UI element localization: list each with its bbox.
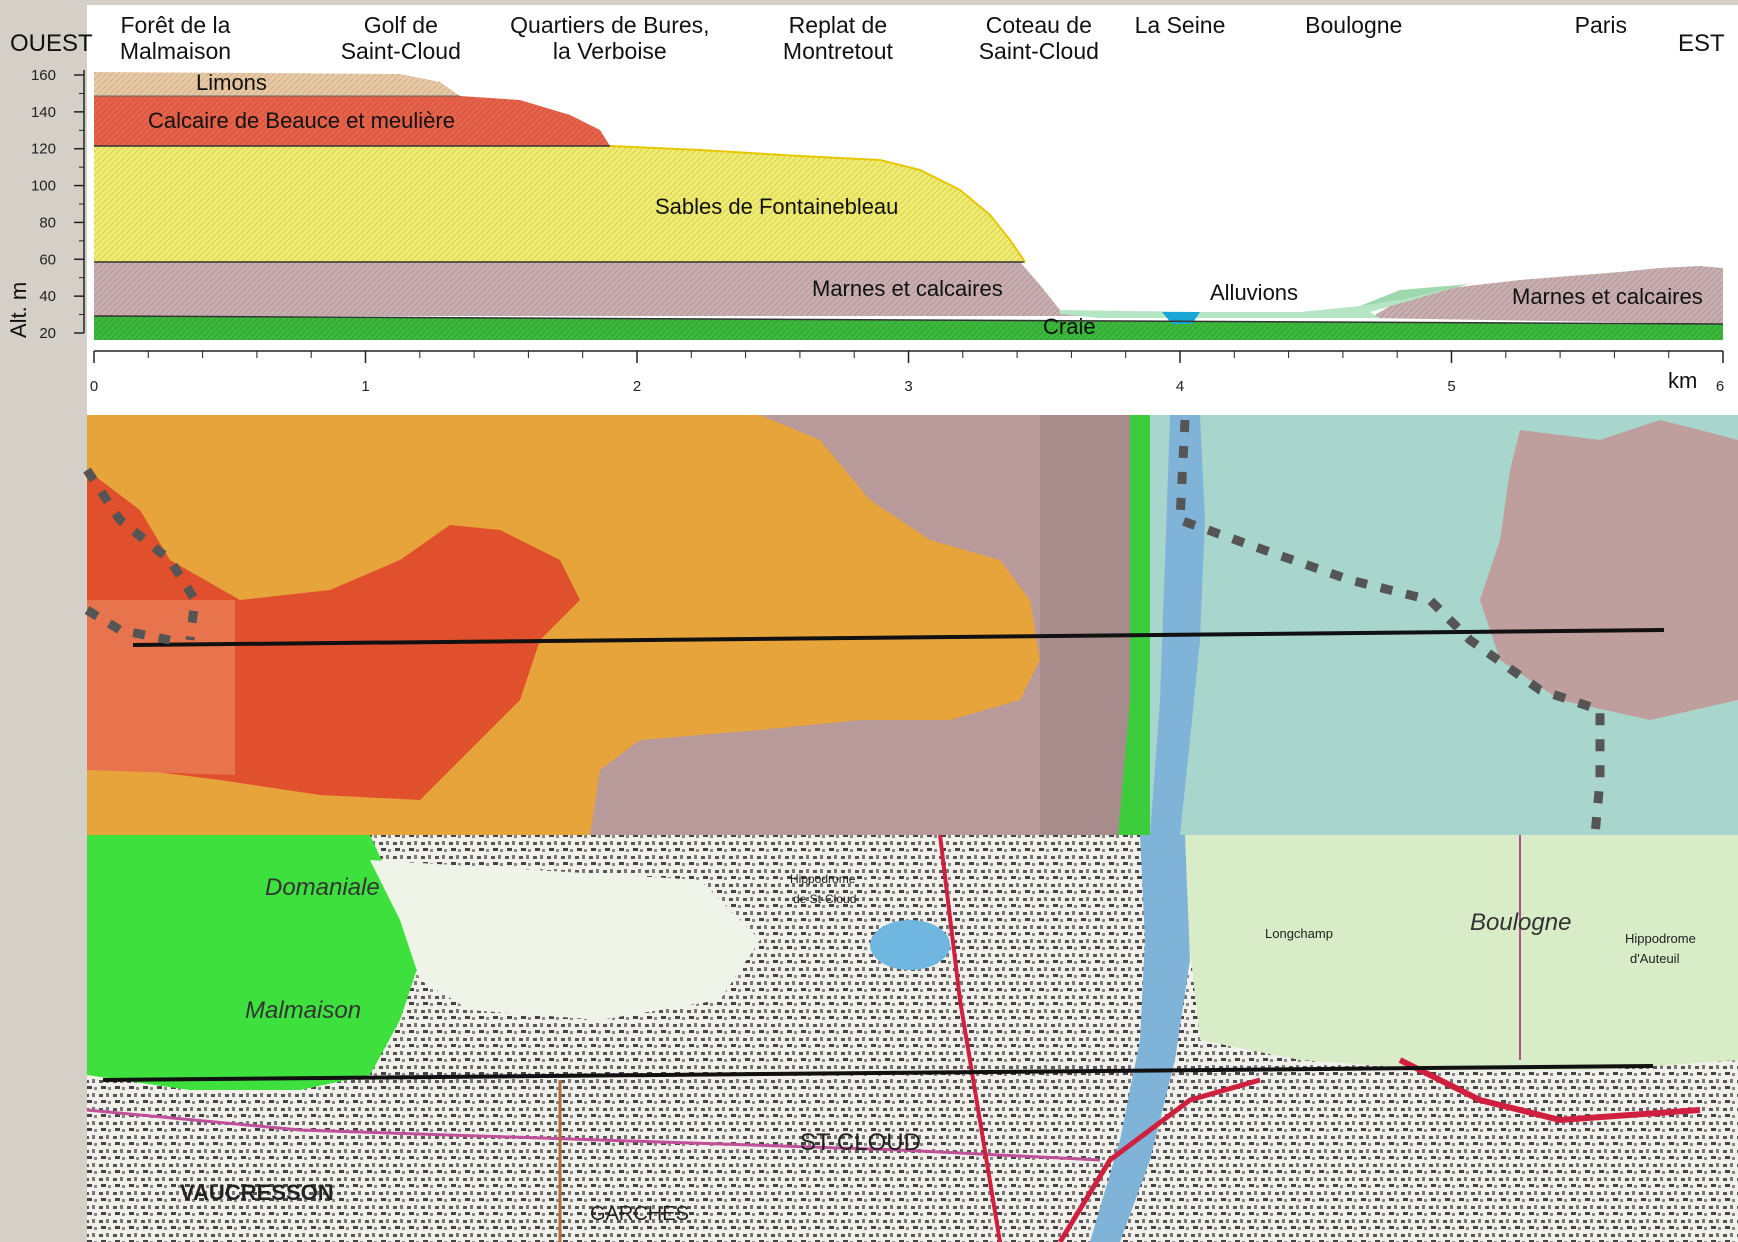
place-label: Coteau de Saint-Cloud — [978, 12, 1099, 64]
map-label-boulogne: Boulogne — [1470, 909, 1571, 936]
y-tick-label: 160 — [31, 67, 56, 84]
layer-label-marnes-west: Marnes et calcaires — [812, 276, 1003, 301]
map-label-vaucresson: VAUCRESSON — [180, 1180, 334, 1205]
top-bar-line — [87, 0, 1738, 5]
direction-west: OUEST — [10, 30, 93, 57]
x-tick-label: 3 — [904, 378, 912, 395]
y-tick-label: 40 — [39, 288, 56, 305]
map-label-auteuil2: d'Auteuil — [1630, 951, 1680, 966]
layer-label-calcaire: Calcaire de Beauce et meulière — [148, 108, 455, 133]
y-axis-label: Alt. m — [6, 281, 31, 338]
x-tick-label: 2 — [633, 378, 641, 395]
place-label: Quartiers de Bures, la Verboise — [510, 12, 710, 64]
x-tick-label: 5 — [1447, 378, 1455, 395]
x-axis-unit: km — [1668, 368, 1698, 393]
y-tick-label: 120 — [31, 141, 56, 158]
place-label: La Seine — [1134, 12, 1226, 38]
layer-label-marnes-east: Marnes et calcaires — [1512, 284, 1703, 309]
geological-map — [83, 415, 1738, 836]
y-tick-label: 140 — [31, 104, 56, 121]
place-label: Paris — [1574, 12, 1628, 38]
map-label-stcloud: ST CLOUD — [800, 1129, 921, 1156]
map-label-hippodrome2: de St-Cloud — [793, 892, 856, 906]
map-label-garches: GARCHES — [590, 1203, 689, 1225]
map-label-forest2: Malmaison — [245, 997, 361, 1024]
place-label: Boulogne — [1305, 12, 1403, 38]
layer-label-alluvions: Alluvions — [1210, 280, 1299, 305]
direction-east: EST — [1678, 30, 1725, 57]
x-tick-label: 0 — [90, 378, 98, 395]
x-tick-label: 4 — [1176, 378, 1184, 395]
geological-cross-section-figure: 160 140 120 100 80 60 40 20 0 1 2 3 4 5 6 Domaniale M… — [0, 0, 1738, 1242]
place-label: Forêt de la Malmaison — [119, 12, 232, 64]
map-label-hippodrome: Hippodrome — [790, 872, 856, 886]
place-label: Replat de Montretout — [782, 12, 893, 64]
y-tick-label: 80 — [39, 214, 56, 231]
topo-reservoir — [870, 920, 950, 970]
map-label-auteuil: Hippodrome — [1625, 931, 1696, 946]
map-label-forest: Domaniale — [265, 874, 380, 901]
layer-label-limons: Limons — [196, 70, 267, 95]
map-label-longchamp: Longchamp — [1265, 926, 1333, 941]
layer-label-sables: Sables de Fontainebleau — [655, 194, 899, 219]
x-tick-label: 1 — [361, 378, 369, 395]
y-tick-label: 20 — [39, 325, 56, 342]
y-tick-label: 100 — [31, 178, 56, 195]
x-tick-label: 6 — [1716, 378, 1724, 395]
layer-label-craie: Craie — [1043, 314, 1096, 339]
topographic-map: Domaniale Malmaison VAUCRESSON GARCHES S… — [86, 834, 1738, 1242]
y-tick-label: 60 — [39, 251, 56, 268]
place-label: Golf de Saint-Cloud — [340, 12, 461, 64]
